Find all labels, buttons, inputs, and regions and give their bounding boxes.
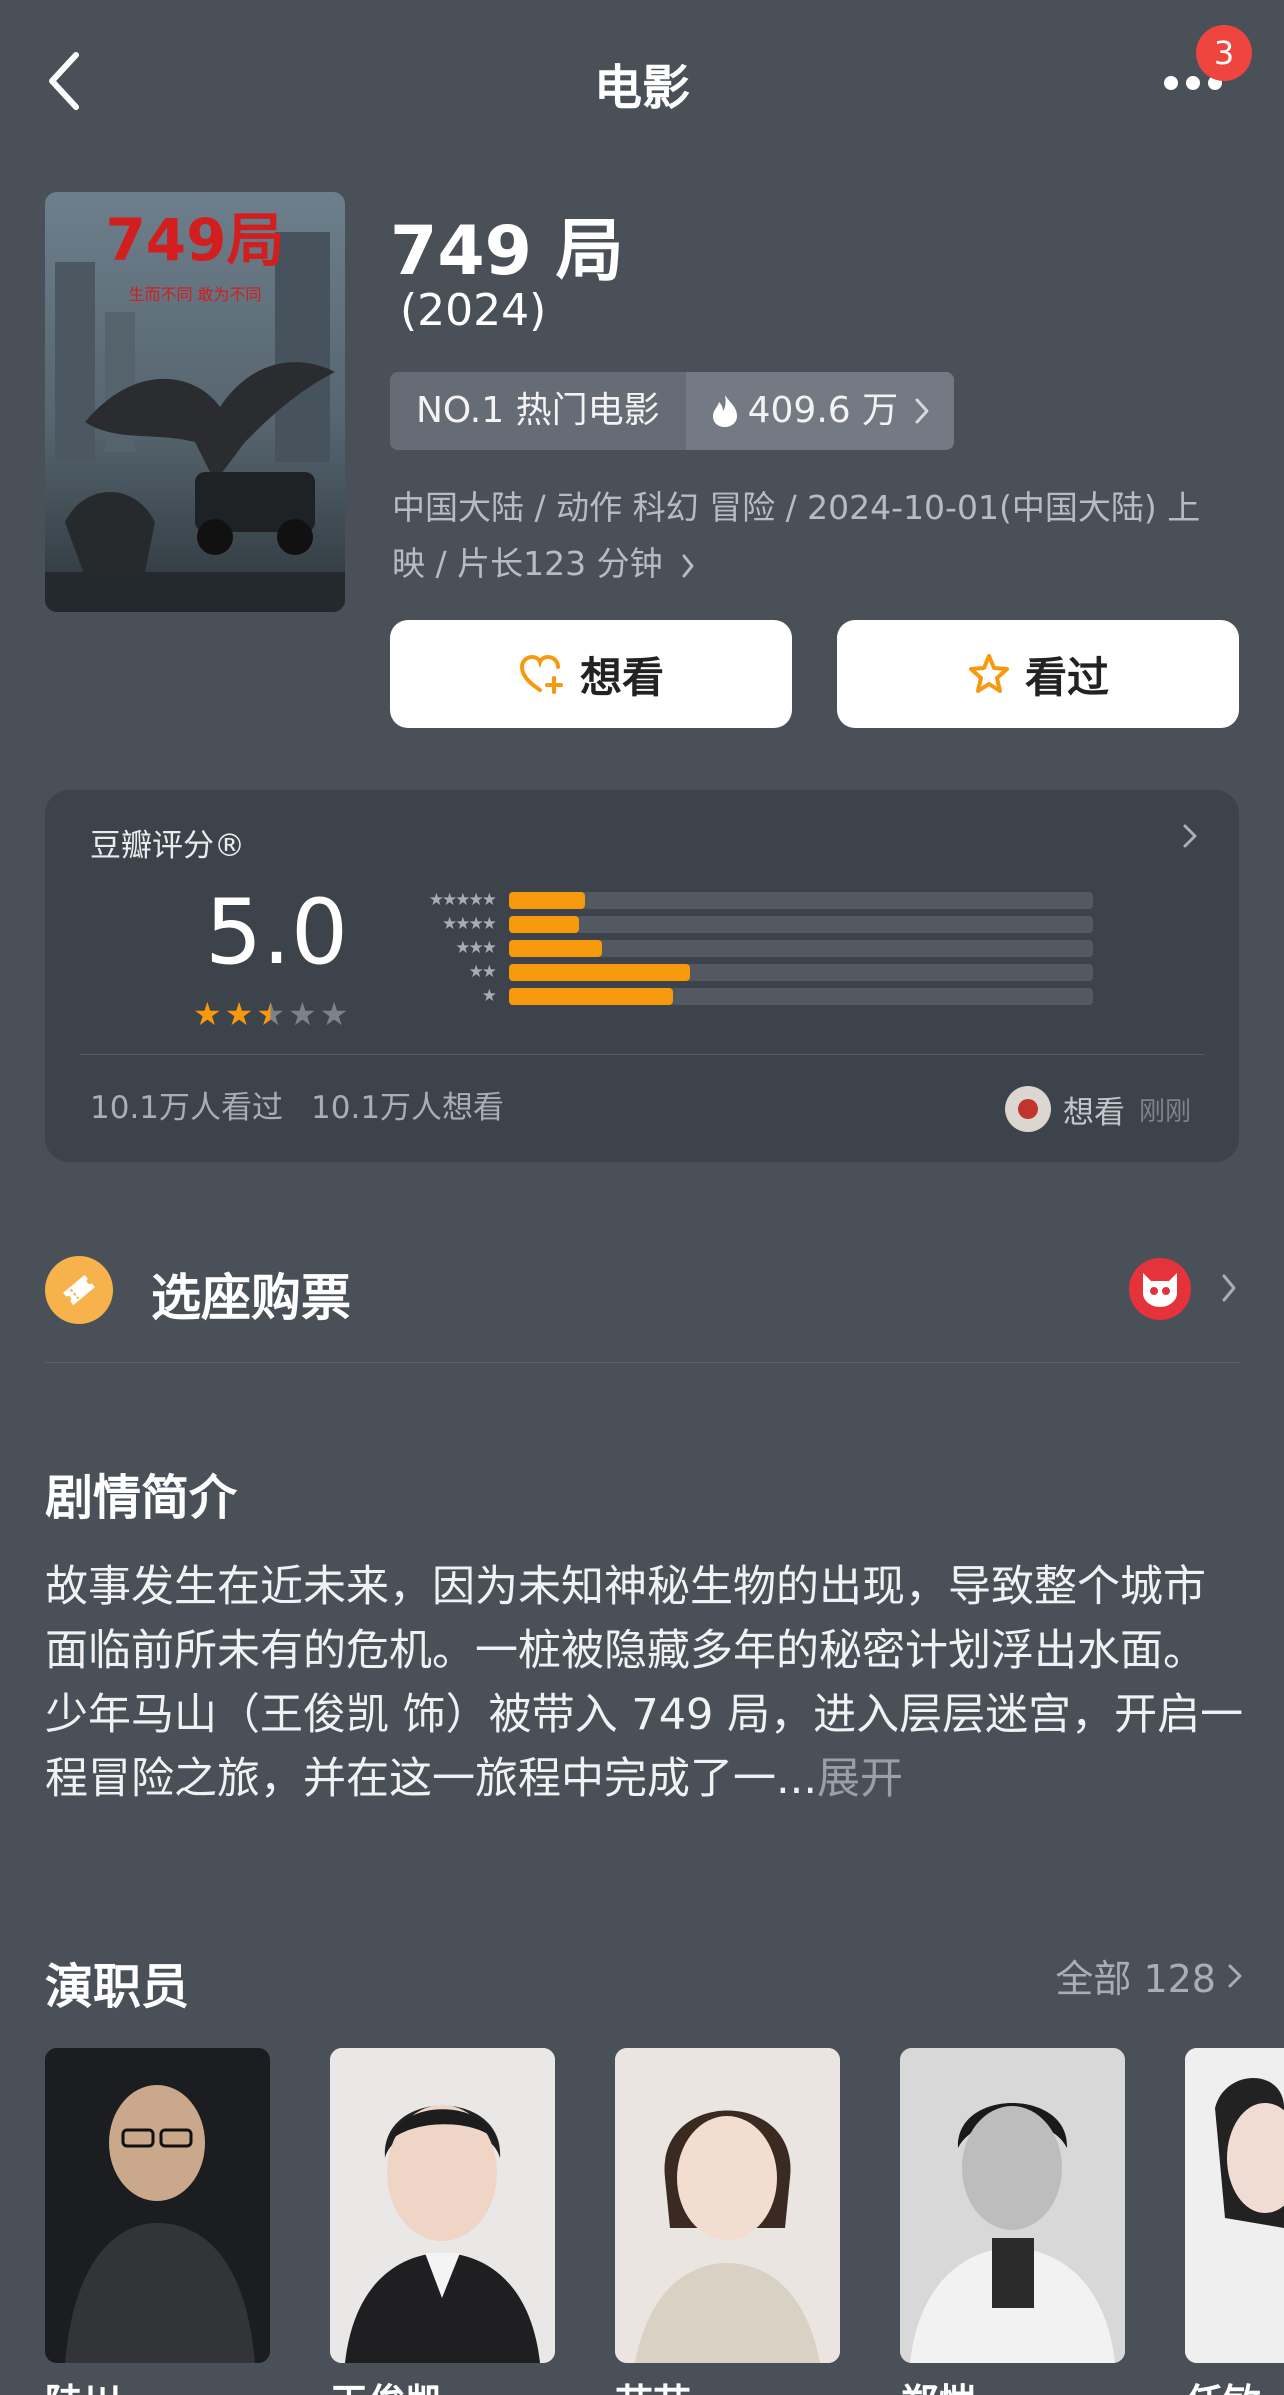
rating-dist-bar xyxy=(509,963,691,981)
poster-title-text: 749局 xyxy=(105,206,284,274)
cast-photo[interactable] xyxy=(330,2048,555,2363)
notification-badge: 3 xyxy=(1196,25,1252,81)
synopsis-body: 故事发生在近未来，因为未知神秘生物的出现，导致整个城市面临前所未有的危机。一桩被… xyxy=(45,1562,1244,1804)
rating-dist-stars: ★★★ xyxy=(455,938,497,958)
chevron-right-icon xyxy=(1222,1274,1236,1302)
cast-all-label: 全部 128 xyxy=(1055,1957,1216,2001)
chevron-right-icon xyxy=(915,398,929,424)
cast-photo[interactable] xyxy=(45,2048,270,2363)
cast-photo[interactable] xyxy=(615,2048,840,2363)
recent-activity[interactable]: 想看 刚刚 xyxy=(1004,1086,1191,1132)
douban-rating-card[interactable]: 豆瓣评分® 5.0 ★ ★ ★ ★ ★ ★★★★★ ★★★★ ★★★ ★★ ★ 10.1万人看过… xyxy=(45,790,1239,1162)
synopsis-title: 剧情简介 xyxy=(45,1470,238,1526)
rating-star-icon: ★ xyxy=(224,995,254,1033)
cast-photo-image xyxy=(45,2048,270,2363)
poster-tagline: 生而不同 敢为不同 xyxy=(128,285,261,304)
heart-plus-icon xyxy=(519,654,563,694)
rating-dist-bar xyxy=(509,987,673,1005)
watched-count: 10.1万人看过 xyxy=(90,1090,284,1126)
rating-dist-track xyxy=(509,915,1093,933)
rating-dist-track xyxy=(509,939,1093,957)
maoyan-cat-icon xyxy=(1129,1258,1191,1320)
rating-counts: 10.1万人看过 10.1万人想看 xyxy=(90,1082,504,1127)
cast-name: 王俊凯 xyxy=(330,2372,444,2395)
recent-time: 刚刚 xyxy=(1138,1096,1191,1127)
page-title: 电影 xyxy=(593,60,690,116)
watched-label: 看过 xyxy=(1024,652,1109,702)
rank-label: NO.1 热门电影 xyxy=(390,372,686,450)
rating-dist-row: ★★★★★ xyxy=(385,890,1093,910)
rating-dist-stars: ★★★★★ xyxy=(428,890,497,910)
rating-dist-track xyxy=(509,891,1093,909)
cast-photo-image xyxy=(900,2048,1125,2363)
rating-star-icon: ★ xyxy=(256,995,286,1033)
rating-dist-row: ★★ xyxy=(385,962,1093,982)
movie-poster[interactable]: 749局 生而不同 敢为不同 xyxy=(45,192,345,612)
rating-star-icon: ★ xyxy=(193,995,222,1033)
cast-photo-image xyxy=(330,2048,555,2363)
movie-year: (2024) xyxy=(400,285,547,336)
synopsis-text: 故事发生在近未来，因为未知神秘生物的出现，导致整个城市面临前所未有的危机。一桩被… xyxy=(45,1555,1245,1811)
buy-tickets-label: 选座购票 xyxy=(151,1269,351,1327)
cast-name: 苗苗 xyxy=(615,2372,691,2395)
want-to-watch-button[interactable]: 想看 xyxy=(390,620,792,728)
rating-dist-stars: ★★★★ xyxy=(442,914,497,934)
poster-image: 749局 生而不同 敢为不同 xyxy=(45,192,345,612)
chevron-right-icon xyxy=(682,554,694,578)
cast-photo[interactable] xyxy=(1185,2048,1284,2363)
rating-dist-bar xyxy=(509,891,585,909)
expand-link[interactable]: 展开 xyxy=(817,1754,903,1804)
rating-divider xyxy=(80,1054,1204,1055)
star-outline-icon xyxy=(968,654,1009,693)
cast-name: 任敏 xyxy=(1185,2372,1261,2395)
buy-tickets-row[interactable]: 选座购票 xyxy=(45,1240,1239,1370)
rating-dist-row: ★ xyxy=(385,986,1093,1006)
rating-label: 豆瓣评分® xyxy=(90,828,245,864)
rating-dist-bar xyxy=(509,915,580,933)
cast-title: 演职员 xyxy=(45,1959,190,2015)
cast-photo-image xyxy=(615,2048,840,2363)
cast-photo[interactable] xyxy=(900,2048,1125,2363)
cast-photo-image xyxy=(1185,2048,1284,2363)
cast-name: 陆川 xyxy=(45,2372,121,2395)
rating-dist-row: ★★★★ xyxy=(385,914,1093,934)
cast-all-link[interactable]: 全部 128 xyxy=(1055,1948,1244,2003)
rating-dist-bar xyxy=(509,939,603,957)
movie-meta[interactable]: 中国大陆 / 动作 科幻 冒险 / 2024-10-01(中国大陆) 上映 / … xyxy=(392,480,1212,592)
rating-dist-row: ★★★ xyxy=(385,938,1093,958)
ticket-icon xyxy=(45,1256,113,1324)
more-icon-dot xyxy=(1186,76,1200,90)
cast-name: 郑恺 xyxy=(900,2372,976,2395)
rating-star-icon: ★ xyxy=(319,995,349,1033)
heat-value: 409.6 万 xyxy=(747,390,899,431)
rating-star-icon: ★ xyxy=(288,995,317,1033)
rating-score: 5.0 xyxy=(205,880,349,985)
rating-stars: ★ ★ ★ ★ ★ xyxy=(193,995,351,1033)
more-icon xyxy=(1164,76,1178,90)
top-bar: 电影 3 xyxy=(0,0,1284,160)
fire-icon xyxy=(712,395,737,427)
rating-dist-track xyxy=(509,987,1093,1005)
rating-dist-stars: ★ xyxy=(481,986,497,1006)
want-count: 10.1万人想看 xyxy=(311,1090,505,1126)
movie-meta-text: 中国大陆 / 动作 科幻 冒险 / 2024-10-01(中国大陆) 上映 / … xyxy=(392,488,1201,583)
watched-button[interactable]: 看过 xyxy=(837,620,1239,728)
recent-action: 想看 xyxy=(1062,1094,1125,1131)
want-to-watch-label: 想看 xyxy=(579,652,664,702)
rating-dist-stars: ★★ xyxy=(468,962,497,982)
divider xyxy=(45,1362,1239,1363)
chevron-right-icon xyxy=(1228,1964,1242,1987)
rating-dist-track xyxy=(509,963,1093,981)
rank-pill[interactable]: NO.1 热门电影 409.6 万 xyxy=(390,372,955,450)
movie-title: 749 局 xyxy=(390,212,624,291)
chevron-right-icon xyxy=(1183,824,1197,848)
avatar xyxy=(1004,1086,1051,1132)
heat-block: 409.6 万 xyxy=(685,372,955,450)
